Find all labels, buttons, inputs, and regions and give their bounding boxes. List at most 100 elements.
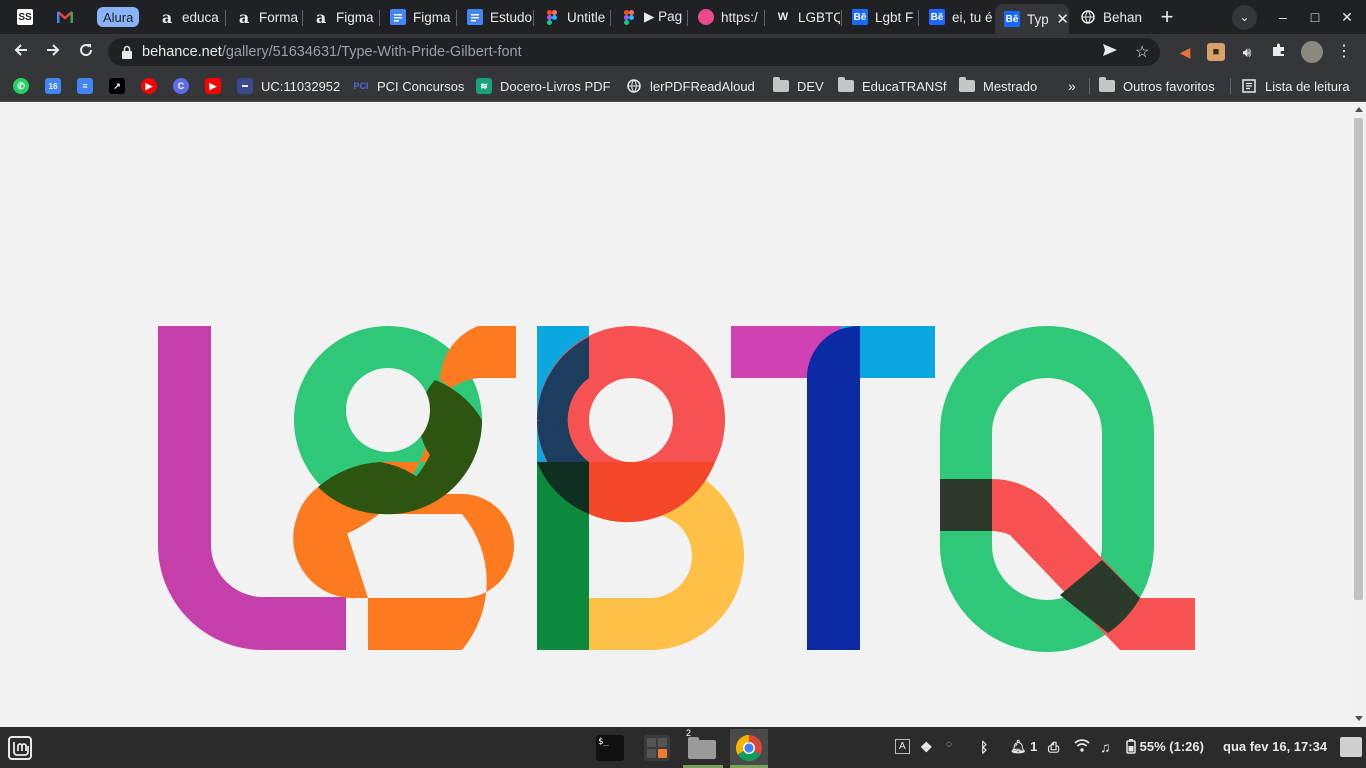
tab-https[interactable]: https:/: [689, 4, 763, 30]
terminal-icon: $_: [596, 735, 624, 761]
dropbox-icon[interactable]: ❖: [920, 739, 933, 756]
system-taskbar: $_ 2 A ❖ ◌ ᛒ 🔔︎ 1 ⎙ ♫ 55% (1:26) qua fev…: [0, 727, 1366, 768]
tab-estudo[interactable]: Estudo: [458, 4, 532, 30]
tab-untitled[interactable]: Untitle: [535, 4, 609, 30]
address-bar[interactable]: behance.net/gallery/51634631/Type-With-P…: [108, 38, 1160, 66]
tab-lgbtq[interactable]: W LGBTQ: [766, 4, 840, 30]
bookmark-docero[interactable]: ≋ Docero-Livros PDF: [476, 77, 611, 95]
bookmark-folder-mestrado[interactable]: Mestrado: [959, 77, 1037, 95]
page-scrollbar[interactable]: [1352, 102, 1366, 727]
extension-megaphone-icon[interactable]: ◀: [1176, 43, 1194, 61]
intel-icon[interactable]: ◌: [946, 739, 952, 750]
tab-search-button[interactable]: ⌄: [1232, 5, 1257, 30]
lgbtq-typography-artwork: [158, 325, 1195, 652]
maximize-button[interactable]: □: [1302, 6, 1328, 28]
tab-page[interactable]: ▶ Pag: [612, 4, 686, 30]
file-manager-launcher[interactable]: 2: [686, 728, 718, 764]
calculator-icon: [644, 735, 670, 761]
scroll-up-arrow[interactable]: [1355, 107, 1363, 112]
bookmark-calendar[interactable]: 16: [45, 77, 69, 95]
tab-figma-1[interactable]: a Figma: [304, 4, 378, 30]
profile-avatar[interactable]: [1301, 41, 1323, 63]
youtube-icon: ▶: [205, 78, 221, 94]
speaker-icon[interactable]: 🔊︎: [1238, 43, 1256, 61]
back-button[interactable]: [8, 39, 34, 65]
chrome-taskbar-button[interactable]: [730, 729, 768, 767]
bookmark-youtube-music[interactable]: ▶: [141, 77, 165, 95]
tab-gmail[interactable]: [48, 4, 88, 30]
bookmarks-overflow-button[interactable]: »: [1068, 77, 1076, 95]
url-text[interactable]: behance.net/gallery/51634631/Type-With-P…: [142, 44, 522, 60]
bookmark-folder-educatransf[interactable]: EducaTRANSf: [838, 77, 947, 95]
menu-kebab-icon[interactable]: ⋮: [1335, 43, 1353, 61]
mint-menu-button[interactable]: [4, 732, 36, 764]
terminal-launcher[interactable]: $_: [594, 732, 626, 764]
bookmark-uc[interactable]: ▬ UC:11032952: [237, 77, 340, 95]
bookmark-docs[interactable]: ≡: [77, 77, 101, 95]
youtube-music-icon: ▶: [141, 78, 157, 94]
tab-lgbt-f[interactable]: Bē Lgbt F: [843, 4, 917, 30]
bookmark-folder-outros[interactable]: Outros favoritos: [1099, 77, 1215, 95]
alura-icon: a: [315, 7, 327, 27]
reading-list-icon: [1241, 78, 1257, 94]
docs-icon: [390, 9, 406, 25]
bookmark-whatsapp[interactable]: ✆: [13, 77, 37, 95]
gmail-icon: [57, 9, 73, 25]
calculator-launcher[interactable]: [641, 732, 673, 764]
new-tab-button[interactable]: +: [1155, 6, 1179, 30]
figma-icon: [544, 9, 560, 25]
docs-icon: [467, 9, 483, 25]
folder-icon: [773, 77, 789, 92]
uc-icon: ▬: [237, 78, 253, 94]
minimize-button[interactable]: –: [1270, 6, 1296, 28]
reload-button[interactable]: [73, 39, 99, 65]
pci-icon: PCI: [353, 81, 369, 91]
battery-indicator[interactable]: 55% (1:26): [1126, 739, 1204, 754]
bookmark-canva[interactable]: C: [173, 77, 197, 95]
tab-forma[interactable]: a Forma: [227, 4, 301, 30]
folder-icon: [688, 737, 716, 759]
bookmark-folder-dev[interactable]: DEV: [773, 77, 824, 95]
ss-icon: SS: [17, 9, 33, 25]
tab-typ-active[interactable]: Bē Typ ✕: [995, 4, 1069, 34]
reading-list-button[interactable]: Lista de leitura: [1241, 77, 1350, 95]
scrollbar-thumb[interactable]: [1354, 118, 1363, 600]
tab-figma-2[interactable]: Figma: [381, 4, 455, 30]
page-content: [0, 102, 1352, 727]
tab-ss[interactable]: SS: [8, 4, 48, 30]
behance-icon: Bē: [1004, 11, 1020, 27]
bookmark-pci[interactable]: PCI PCI Concursos: [353, 77, 464, 95]
close-tab-icon[interactable]: ✕: [1056, 10, 1069, 28]
forward-button[interactable]: [40, 39, 66, 65]
sound-icon[interactable]: ♫: [1100, 739, 1111, 755]
battery-icon: [1126, 739, 1136, 754]
close-window-button[interactable]: ✕: [1334, 6, 1360, 28]
canva-icon: C: [173, 78, 189, 94]
folder-icon: [838, 77, 854, 92]
bookmark-arrow[interactable]: ↗: [109, 77, 133, 95]
bookmark-star-icon[interactable]: ☆: [1135, 42, 1149, 62]
behance-icon: Bē: [929, 9, 945, 25]
tab-group-alura[interactable]: Alura: [97, 7, 140, 27]
wifi-icon[interactable]: [1074, 739, 1090, 755]
send-icon[interactable]: [1102, 42, 1118, 63]
show-desktop-button[interactable]: [1340, 737, 1362, 757]
lock-icon[interactable]: [122, 45, 132, 59]
bluetooth-icon[interactable]: ᛒ: [980, 739, 988, 755]
extension-face-icon[interactable]: ■: [1207, 43, 1225, 61]
bookmark-youtube[interactable]: ▶: [205, 77, 229, 95]
clock[interactable]: qua fev 16, 17:34: [1223, 739, 1327, 754]
bookmark-lerpdf[interactable]: lerPDFReadAloud: [626, 77, 755, 95]
bell-icon: 🔔︎: [1010, 739, 1027, 754]
docero-icon: ≋: [476, 78, 492, 94]
globe-icon: [626, 78, 642, 94]
extensions-puzzle-icon[interactable]: [1270, 43, 1288, 61]
keyboard-layout-indicator[interactable]: A: [895, 739, 910, 754]
scroll-down-arrow[interactable]: [1355, 716, 1363, 721]
tab-ei-tu-e[interactable]: Bē ei, tu é: [920, 4, 994, 30]
window-count-badge: 2: [686, 728, 692, 738]
tab-educa[interactable]: a educa: [150, 4, 224, 30]
printer-icon[interactable]: ⎙: [1048, 739, 1059, 756]
tab-behance[interactable]: Behan: [1071, 4, 1145, 30]
notifications-indicator[interactable]: 🔔︎ 1: [1010, 739, 1037, 755]
